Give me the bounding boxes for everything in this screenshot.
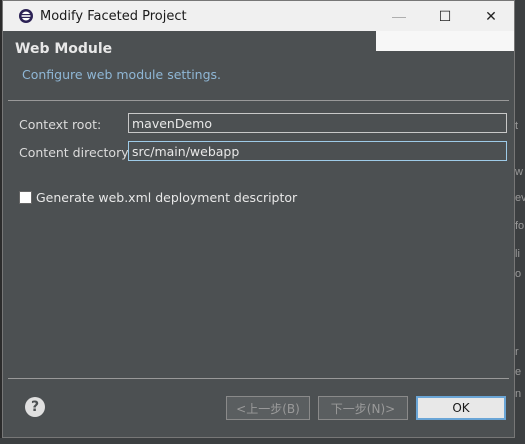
eclipse-icon [19,9,33,23]
back-button[interactable]: <上一步(B) [226,396,310,420]
modify-faceted-project-dialog: Modify Faceted Project — ☐ ✕ Web Module … [2,0,515,438]
page-title: Web Module [15,41,113,57]
page-description: Configure web module settings. [22,67,222,82]
footer-separator [8,378,509,379]
context-root-label: Context root: [19,117,102,132]
background-bottom-strip [0,438,525,444]
context-root-input[interactable] [128,113,507,133]
generate-webxml-checkbox[interactable] [19,191,32,204]
bg-text: ev [515,192,525,204]
header-banner [376,31,514,51]
header-separator [8,100,509,101]
bg-text: li [515,248,520,260]
ok-button[interactable]: OK [416,396,506,420]
generate-webxml-option[interactable]: Generate web.xml deployment descriptor [19,190,297,205]
bg-text: t [515,120,519,132]
close-button[interactable]: ✕ [468,1,514,31]
maximize-button[interactable]: ☐ [422,1,468,31]
minimize-button[interactable]: — [376,1,422,31]
window-title: Modify Faceted Project [40,8,187,24]
bg-text: fo [515,220,525,232]
bg-text: w [515,166,523,178]
content-directory-label: Content directory: [19,145,132,160]
content-directory-input[interactable] [128,141,507,161]
bg-text: r [515,346,519,358]
bg-text: n [515,388,522,400]
title-bar[interactable]: Modify Faceted Project — ☐ ✕ [3,1,514,31]
bg-text: o [515,268,522,280]
wizard-header: Web Module Configure web module settings… [3,31,514,101]
generate-webxml-label: Generate web.xml deployment descriptor [36,190,298,205]
help-icon[interactable]: ? [25,397,45,417]
bg-text: e [515,366,522,378]
next-button[interactable]: 下一步(N)> [318,396,408,420]
